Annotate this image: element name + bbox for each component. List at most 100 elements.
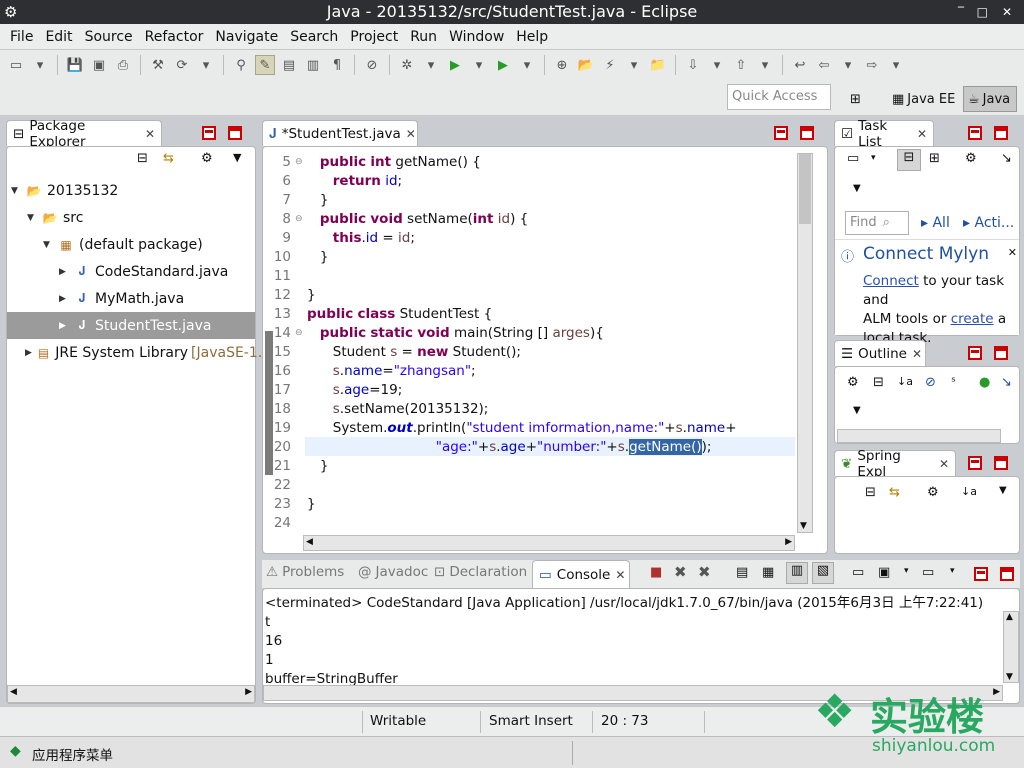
remove-all-icon[interactable]: ✖ (698, 563, 711, 581)
close-icon[interactable]: ✕ (917, 127, 927, 141)
forward-icon[interactable]: ⇨ (862, 55, 882, 75)
open-task-icon[interactable]: 📁 (648, 55, 668, 75)
open-console-icon[interactable]: ▭ (922, 565, 934, 580)
filter-icon[interactable]: ⚙ (965, 151, 977, 166)
menu-project[interactable]: Project (344, 29, 404, 45)
maximize-view-button[interactable] (228, 126, 242, 140)
dropdown-icon[interactable]: ▾ (707, 55, 727, 75)
filter-icon[interactable]: ⚙ (927, 485, 939, 500)
dropdown-icon[interactable]: ▾ (904, 566, 909, 576)
tab-outline[interactable]: ☰ Outline ✕ (834, 340, 926, 366)
minimize-view-button[interactable] (968, 126, 982, 140)
categorized-icon[interactable]: ⊟ (897, 149, 921, 171)
new-java-project-icon[interactable]: ⊕ (552, 55, 572, 75)
app-menu-icon[interactable]: ◆ (10, 743, 21, 759)
menu-navigate[interactable]: Navigate (209, 29, 284, 45)
run-external-icon[interactable]: ▶ (493, 55, 513, 75)
link-with-editor-icon[interactable]: ⇆ (889, 485, 900, 500)
dropdown-icon[interactable]: ▾ (421, 55, 441, 75)
expanded-arrow-icon[interactable]: ▼ (27, 213, 37, 223)
save-icon[interactable]: 💾 (65, 55, 85, 75)
tab-problems[interactable]: ⚠ Problems (266, 564, 344, 580)
fold-icon[interactable]: ⊖ (295, 324, 307, 343)
close-icon[interactable]: ✕ (939, 457, 949, 471)
save-all-icon[interactable]: ▣ (89, 55, 109, 75)
all-link[interactable]: ▸ All (921, 215, 950, 231)
menu-edit[interactable]: Edit (39, 29, 78, 45)
menu-search[interactable]: Search (284, 29, 344, 45)
maximize-view-button[interactable] (1000, 567, 1014, 581)
tab-spring-explorer[interactable]: ❦ Spring Expl ✕ (834, 448, 956, 480)
close-icon[interactable]: ✕ (406, 127, 416, 141)
quick-access-input[interactable]: Quick Access (727, 84, 831, 110)
tab-studenttest-java[interactable]: 𝐉 *StudentTest.java ✕ (262, 120, 418, 146)
menu-source[interactable]: Source (79, 29, 139, 45)
horizontal-scrollbar[interactable] (837, 429, 1001, 443)
maximize-view-button[interactable] (994, 346, 1008, 360)
terminate-icon[interactable]: ■ (650, 565, 662, 580)
show-on-output-icon[interactable]: ▥ (786, 562, 808, 584)
maximize-view-button[interactable] (994, 456, 1008, 470)
dropdown-icon[interactable]: ▾ (950, 566, 955, 576)
dropdown-icon[interactable]: ▾ (886, 55, 906, 75)
menu-file[interactable]: File (4, 29, 39, 45)
minimize-window-button[interactable]: ‾ (958, 0, 964, 24)
display-console-icon[interactable]: ▣ (878, 565, 890, 580)
clear-console-icon[interactable]: ▤ (736, 565, 748, 580)
fold-icon[interactable]: ⊖ (295, 210, 307, 229)
previous-annotation-icon[interactable]: ⇧ (731, 55, 751, 75)
scroll-right-icon[interactable]: ▶ (245, 687, 252, 697)
vertical-scrollbar[interactable]: ▼ (797, 153, 813, 533)
expanded-arrow-icon[interactable]: ▼ (11, 186, 21, 196)
collapse-all-icon[interactable]: ⊟ (137, 151, 148, 166)
view-filter-icon[interactable]: ⚙ (201, 151, 213, 166)
activate-link[interactable]: ▸ Acti... (963, 215, 1014, 231)
maximize-view-button[interactable] (800, 126, 814, 140)
build-icon[interactable]: ⚒ (148, 55, 168, 75)
close-icon[interactable]: ✕ (1008, 246, 1017, 259)
hide-static-icon[interactable]: ˢ (951, 375, 956, 390)
maximize-view-button[interactable] (994, 126, 1008, 140)
show-whitespace-icon[interactable]: ▥ (303, 55, 323, 75)
dropdown-icon[interactable]: ▾ (517, 55, 537, 75)
menu-window[interactable]: Window (443, 29, 510, 45)
scroll-up-icon[interactable]: ▲ (1006, 612, 1013, 622)
new-task-icon[interactable]: ▭ (847, 151, 859, 166)
pin-console-icon[interactable]: ▭ (852, 565, 864, 580)
tab-declaration[interactable]: ⊡ Declaration (434, 564, 527, 580)
hide-nonpublic-icon[interactable]: ● (979, 375, 990, 390)
dropdown-icon[interactable]: ▾ (838, 55, 858, 75)
horizontal-scrollbar[interactable]: ◀ ▶ (303, 535, 795, 551)
last-edit-icon[interactable]: ↩ (790, 55, 810, 75)
perspective-java[interactable]: ☕ Java (963, 86, 1017, 112)
close-icon[interactable]: ✕ (912, 347, 922, 361)
close-window-button[interactable]: ✕ (1002, 0, 1012, 24)
tab-package-explorer[interactable]: ⊟ Package Explorer ✕ (6, 118, 162, 150)
maximize-window-button[interactable]: □ (977, 0, 988, 24)
minimize-view-button[interactable] (968, 346, 982, 360)
pilcrow-icon[interactable]: ¶ (327, 55, 347, 75)
scheduled-icon[interactable]: ⊞ (929, 151, 940, 166)
collapse-all-icon[interactable]: ⊟ (873, 375, 884, 390)
sort-icon[interactable]: ↓a (897, 375, 913, 388)
scrollbar-thumb[interactable] (799, 154, 811, 224)
new-icon[interactable]: ▭ (6, 55, 26, 75)
hide-local-types-icon[interactable]: ↘ (1001, 375, 1012, 390)
fold-icon[interactable]: ⊖ (295, 153, 307, 172)
toggle-block-icon[interactable]: ▤ (279, 55, 299, 75)
menu-run[interactable]: Run (404, 29, 443, 45)
close-icon[interactable]: ✕ (145, 127, 155, 141)
tree-item-default-package[interactable]: ▼ ▦ (default package) (7, 231, 255, 258)
minimize-view-button[interactable] (968, 456, 982, 470)
print-icon[interactable]: ⎙ (113, 55, 133, 75)
tree-item-src[interactable]: ▼ 📂 src (7, 204, 255, 231)
focus-icon[interactable]: ↘ (1001, 151, 1012, 166)
tab-task-list[interactable]: ☑ Task List ✕ (834, 118, 934, 150)
sort-icon[interactable]: ↓a (961, 485, 977, 498)
tab-javadoc[interactable]: @ Javadoc (358, 564, 428, 580)
app-menu-button[interactable]: 应用程序菜单 (32, 744, 113, 764)
scroll-lock-icon[interactable]: ▦ (762, 565, 774, 580)
horizontal-scrollbar[interactable]: ◀ ▶ (7, 685, 255, 703)
minimize-view-button[interactable] (774, 126, 788, 140)
expanded-arrow-icon[interactable]: ▼ (43, 240, 53, 250)
